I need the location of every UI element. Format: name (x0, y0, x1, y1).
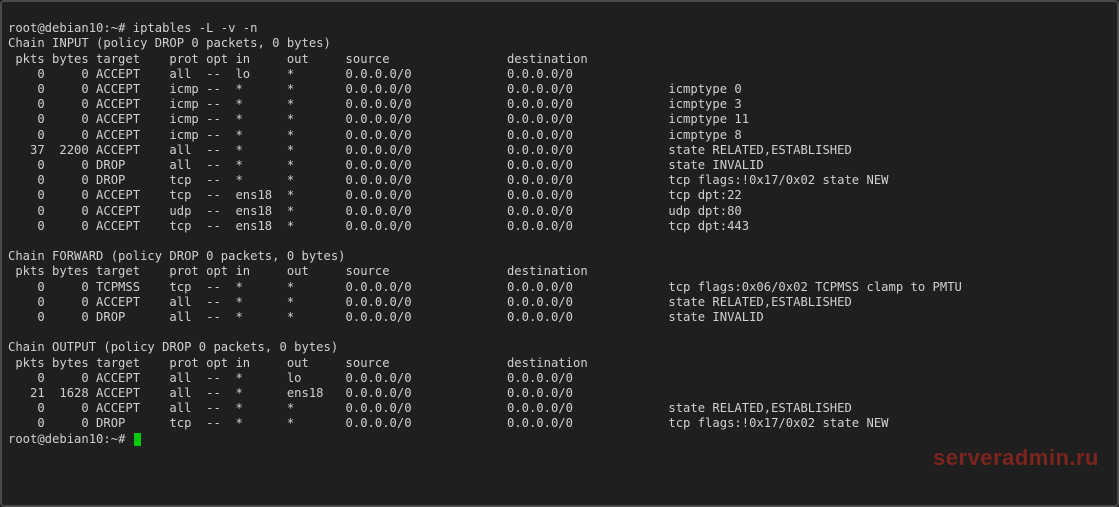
terminal-window[interactable]: root@debian10:~# iptables -L -v -nChain … (0, 0, 1119, 507)
chain-title: Chain OUTPUT (policy DROP 0 packets, 0 b… (8, 340, 1111, 355)
table-header-row: pkts bytes target prot opt in out source… (8, 264, 1111, 279)
blank-line (8, 234, 1111, 249)
table-row: 0 0 DROP all -- * * 0.0.0.0/0 0.0.0.0/0 … (8, 158, 1111, 173)
prompt-user: root@debian10 (8, 21, 103, 35)
table-row: 0 0 TCPMSS tcp -- * * 0.0.0.0/0 0.0.0.0/… (8, 280, 1111, 295)
table-row: 0 0 ACCEPT all -- lo * 0.0.0.0/0 0.0.0.0… (8, 67, 1111, 82)
table-row: 0 0 ACCEPT icmp -- * * 0.0.0.0/0 0.0.0.0… (8, 128, 1111, 143)
prompt-path: :~# (103, 21, 125, 35)
table-header-row: pkts bytes target prot opt in out source… (8, 356, 1111, 371)
cursor-block (134, 433, 141, 446)
table-row: 0 0 ACCEPT all -- * lo 0.0.0.0/0 0.0.0.0… (8, 371, 1111, 386)
prompt-path: :~# (103, 432, 125, 446)
table-row: 0 0 ACCEPT icmp -- * * 0.0.0.0/0 0.0.0.0… (8, 97, 1111, 112)
table-header-row: pkts bytes target prot opt in out source… (8, 52, 1111, 67)
watermark-text: serveradmin.ru (933, 450, 1099, 465)
table-row: 0 0 DROP tcp -- * * 0.0.0.0/0 0.0.0.0/0 … (8, 416, 1111, 431)
prompt-line-2[interactable]: root@debian10:~# (8, 432, 1111, 447)
table-row: 37 2200 ACCEPT all -- * * 0.0.0.0/0 0.0.… (8, 143, 1111, 158)
chain-title: Chain INPUT (policy DROP 0 packets, 0 by… (8, 36, 1111, 51)
table-row: 21 1628 ACCEPT all -- * ens18 0.0.0.0/0 … (8, 386, 1111, 401)
table-row: 0 0 ACCEPT all -- * * 0.0.0.0/0 0.0.0.0/… (8, 295, 1111, 310)
table-row: 0 0 ACCEPT icmp -- * * 0.0.0.0/0 0.0.0.0… (8, 112, 1111, 127)
table-row: 0 0 ACCEPT udp -- ens18 * 0.0.0.0/0 0.0.… (8, 204, 1111, 219)
command-output: Chain INPUT (policy DROP 0 packets, 0 by… (8, 36, 1111, 431)
prompt-line-1: root@debian10:~# iptables -L -v -n (8, 21, 1111, 36)
table-row: 0 0 ACCEPT tcp -- ens18 * 0.0.0.0/0 0.0.… (8, 188, 1111, 203)
table-row: 0 0 ACCEPT tcp -- ens18 * 0.0.0.0/0 0.0.… (8, 219, 1111, 234)
table-row: 0 0 ACCEPT icmp -- * * 0.0.0.0/0 0.0.0.0… (8, 82, 1111, 97)
command-text: iptables -L -v -n (133, 21, 258, 35)
table-row: 0 0 ACCEPT all -- * * 0.0.0.0/0 0.0.0.0/… (8, 401, 1111, 416)
prompt-user: root@debian10 (8, 432, 103, 446)
chain-title: Chain FORWARD (policy DROP 0 packets, 0 … (8, 249, 1111, 264)
table-row: 0 0 DROP all -- * * 0.0.0.0/0 0.0.0.0/0 … (8, 310, 1111, 325)
table-row: 0 0 DROP tcp -- * * 0.0.0.0/0 0.0.0.0/0 … (8, 173, 1111, 188)
blank-line (8, 325, 1111, 340)
